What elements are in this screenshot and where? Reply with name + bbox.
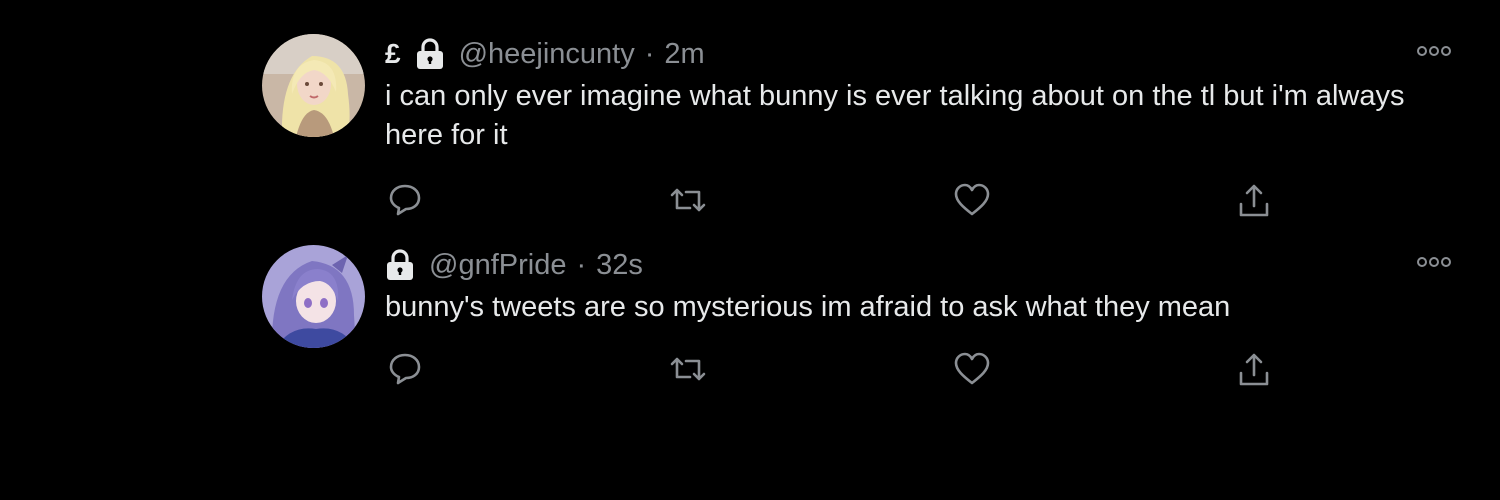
like-icon[interactable] [953,182,991,218]
lock-icon [385,249,415,281]
avatar[interactable] [262,34,365,137]
reply-icon[interactable] [387,182,423,218]
separator-dot: · [644,37,655,70]
tweet-body: £ @heejincunty · 2m i can only ever imag… [385,34,1462,217]
share-icon[interactable] [1236,182,1272,220]
reply-icon[interactable] [387,351,423,387]
retweet-icon[interactable] [668,182,708,218]
timeline: £ @heejincunty · 2m i can only ever imag… [0,0,1500,500]
tweet-header: @gnfPride · 32s [385,245,1462,285]
retweet-icon[interactable] [668,351,708,387]
tweet-text: bunny's tweets are so mysterious im afra… [385,291,1231,323]
more-options-icon[interactable] [1416,255,1452,269]
lock-icon [415,38,445,70]
tweet-actions [385,182,1465,222]
timestamp[interactable]: 32s [596,249,643,282]
user-handle[interactable]: @gnfPride [429,249,566,282]
tweet-actions [385,351,1465,391]
user-handle[interactable]: @heejincunty [459,38,635,71]
share-icon[interactable] [1236,351,1272,389]
tweet-header: £ @heejincunty · 2m [385,34,1462,74]
avatar[interactable] [262,245,365,348]
timestamp[interactable]: 2m [664,38,704,71]
tweet-text: i can only ever imagine what bunny is ev… [385,80,1405,151]
more-options-icon[interactable] [1416,44,1452,58]
pound-symbol: £ [385,38,401,69]
separator-dot: · [576,248,587,281]
tweet-body: @gnfPride · 32s bunny's tweets are so my… [385,245,1462,386]
like-icon[interactable] [953,351,991,387]
